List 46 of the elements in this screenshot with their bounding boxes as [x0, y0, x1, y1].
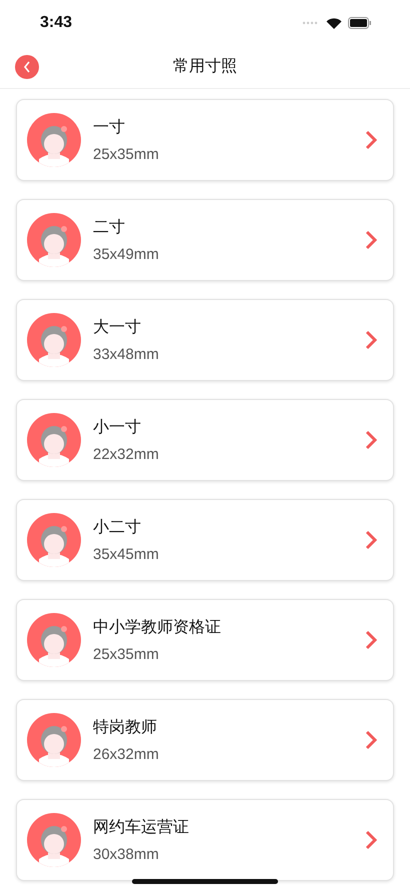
size-dimensions: 35x45mm [93, 546, 160, 563]
size-dimensions: 22x32mm [93, 446, 160, 463]
size-dimensions: 25x35mm [93, 146, 160, 163]
chevron-right-icon [365, 530, 377, 550]
size-name: 小一寸 [93, 417, 142, 438]
photo-size-card[interactable]: 大一寸 33x48mm [16, 299, 394, 381]
photo-size-card[interactable]: 特岗教师 26x32mm [16, 699, 394, 781]
size-dimensions: 33x48mm [93, 346, 160, 363]
avatar-icon [27, 713, 81, 767]
chevron-right-icon [365, 330, 377, 350]
avatar-icon [27, 513, 81, 567]
signal-icon [302, 20, 320, 24]
avatar-icon [27, 413, 81, 467]
avatar-icon [27, 313, 81, 367]
avatar-icon [27, 813, 81, 867]
chevron-right-icon [365, 130, 377, 150]
chevron-right-icon [365, 730, 377, 750]
size-name: 中小学教师资格证 [93, 617, 222, 638]
back-button[interactable] [15, 55, 39, 79]
avatar-icon [27, 613, 81, 667]
size-dimensions: 30x38mm [93, 846, 160, 863]
chevron-right-icon [365, 630, 377, 650]
chevron-right-icon [365, 830, 377, 850]
size-name: 小二寸 [93, 517, 142, 538]
size-name: 网约车运营证 [93, 817, 190, 838]
wifi-icon [326, 16, 342, 28]
photo-size-card[interactable]: 小一寸 22x32mm [16, 399, 394, 481]
size-name: 二寸 [93, 217, 126, 238]
size-dimensions: 26x32mm [93, 746, 160, 763]
chevron-right-icon [365, 230, 377, 250]
size-name: 特岗教师 [93, 717, 158, 738]
size-dimensions: 25x35mm [93, 646, 160, 663]
photo-size-card[interactable]: 二寸 35x49mm [16, 199, 394, 281]
size-name: 大一寸 [93, 317, 142, 338]
size-dimensions: 35x49mm [93, 246, 160, 263]
photo-size-card[interactable]: 中小学教师资格证 25x35mm [16, 599, 394, 681]
avatar-icon [27, 213, 81, 267]
status-time: 3:43 [40, 14, 72, 32]
page-title: 常用寸照 [173, 56, 237, 77]
photo-size-card[interactable]: 一寸 25x35mm [16, 99, 394, 181]
battery-icon [348, 16, 372, 28]
size-name: 一寸 [93, 117, 126, 138]
photo-size-card[interactable]: 网约车运营证 30x38mm [16, 799, 394, 881]
photo-size-card[interactable]: 小二寸 35x45mm [16, 499, 394, 581]
back-icon [23, 61, 31, 73]
chevron-right-icon [365, 430, 377, 450]
